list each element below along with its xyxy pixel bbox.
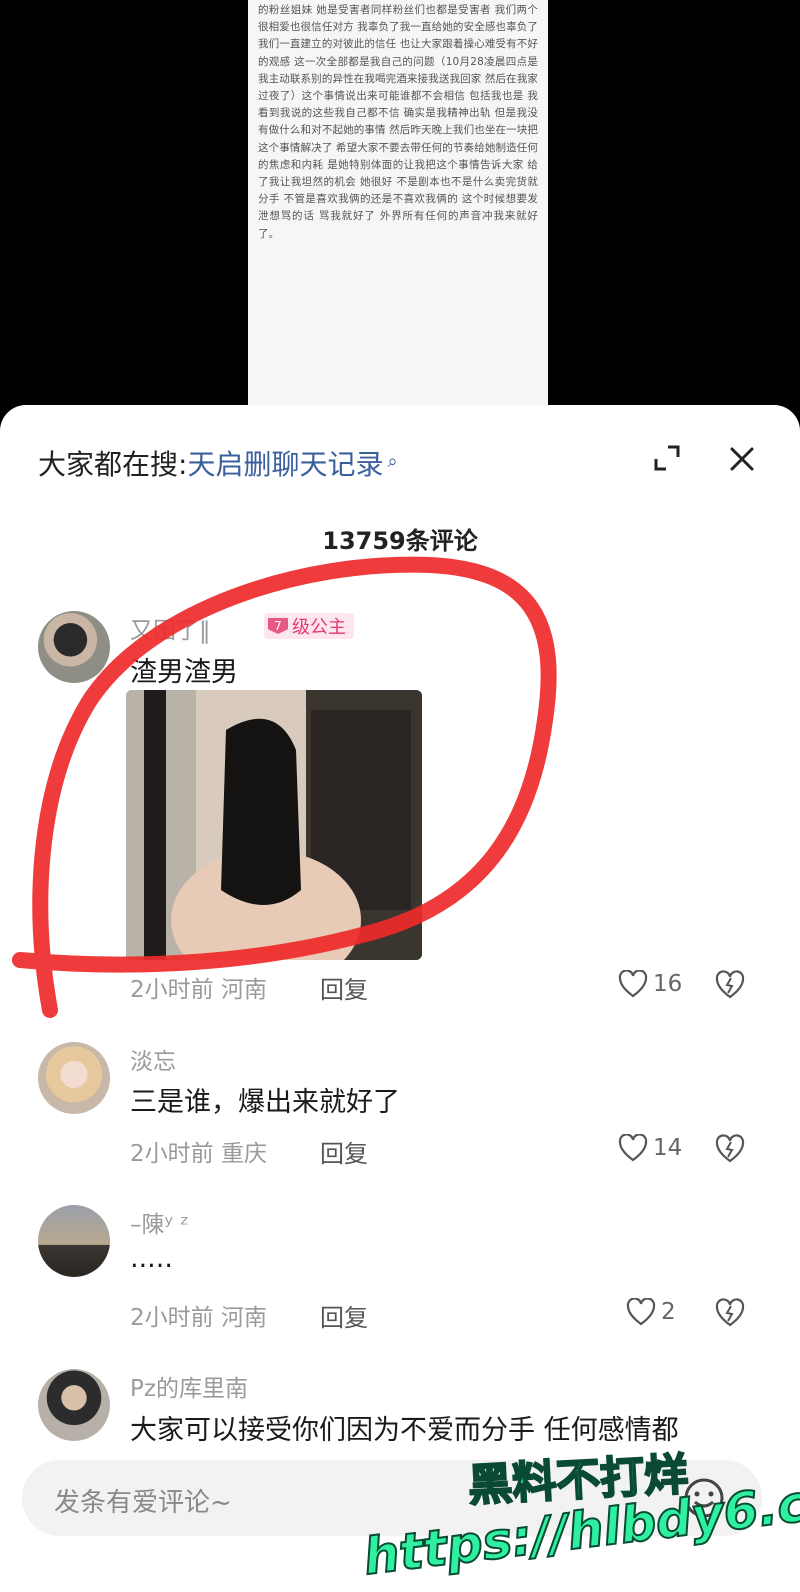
red-circle-annotation [12, 556, 557, 1018]
